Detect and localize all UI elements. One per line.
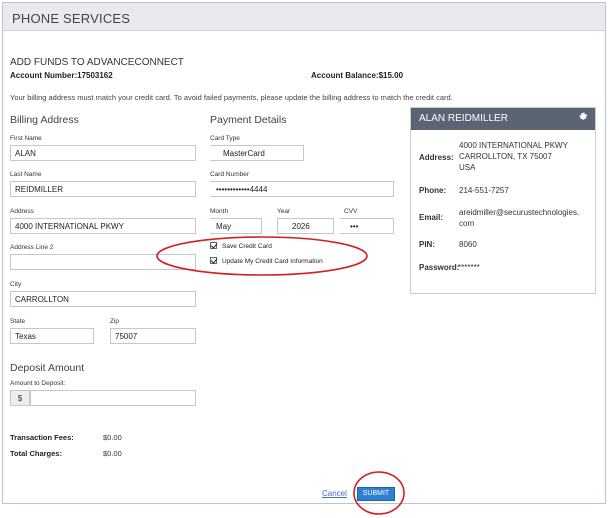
currency-prefix: $ xyxy=(10,390,30,406)
zip-input[interactable]: 75007 xyxy=(110,328,196,344)
last-name-input[interactable]: REIDMILLER xyxy=(10,181,196,197)
save-card-checkbox[interactable] xyxy=(210,242,217,249)
total-charges-label: Total Charges: xyxy=(10,449,62,458)
update-card-label: Update My Credit Card Information xyxy=(222,258,323,265)
user-password-label: Password: xyxy=(419,263,460,272)
first-name-input[interactable]: ALAN xyxy=(10,145,196,161)
add-funds-heading: ADD FUNDS TO ADVANCECONNECT xyxy=(10,57,184,68)
user-email-line1: areidmiller@securustechnologies. xyxy=(459,208,580,217)
transaction-fees-label: Transaction Fees: xyxy=(10,433,74,442)
address-input[interactable]: 4000 INTERNATIONAL PKWY xyxy=(10,218,196,234)
last-name-label: Last Name xyxy=(10,171,42,178)
user-name: ALAN REIDMILLER xyxy=(419,113,508,124)
payment-details-heading: Payment Details xyxy=(210,114,287,126)
user-address-line3: USA xyxy=(459,163,476,172)
page-title: PHONE SERVICES xyxy=(12,11,131,26)
user-address-line2: CARROLLTON, TX 75007 xyxy=(459,152,552,161)
submit-button[interactable]: SUBMIT xyxy=(357,487,395,501)
first-name-label: First Name xyxy=(10,135,42,142)
transaction-fees-value: $0.00 xyxy=(103,433,122,442)
user-phone: 214-551-7257 xyxy=(459,186,509,195)
year-label: Year xyxy=(277,208,291,215)
user-phone-label: Phone: xyxy=(419,186,447,195)
year-select[interactable]: 2026 xyxy=(277,218,334,234)
billing-notice: Your billing address must match your cre… xyxy=(10,93,453,102)
deposit-amount-heading: Deposit Amount xyxy=(10,362,85,374)
user-panel-header: ALAN REIDMILLER xyxy=(411,108,595,130)
user-email-label: Email: xyxy=(419,213,444,222)
billing-address-heading: Billing Address xyxy=(10,114,79,126)
city-input[interactable]: CARROLLTON xyxy=(10,291,196,307)
user-address-label: Address: xyxy=(419,153,454,162)
account-balance: Account Balance:$15.00 xyxy=(311,71,404,80)
card-type-label: Card Type xyxy=(210,135,240,142)
deposit-amount-input[interactable] xyxy=(30,390,196,406)
address-label: Address xyxy=(10,208,34,215)
cancel-link[interactable]: Cancel xyxy=(322,489,347,498)
month-label: Month xyxy=(210,208,229,215)
address-line2-label: Address Line 2 xyxy=(10,244,54,251)
save-card-label: Save Credit Card xyxy=(222,243,272,250)
user-pin-label: PIN: xyxy=(419,240,435,249)
address-line2-input[interactable] xyxy=(10,254,196,270)
city-label: City xyxy=(10,281,22,288)
user-email-line2: com xyxy=(459,219,475,228)
gear-icon[interactable] xyxy=(578,111,589,122)
state-select[interactable]: Texas xyxy=(10,328,94,344)
update-card-checkbox[interactable] xyxy=(210,257,217,264)
state-label: State xyxy=(10,318,26,325)
total-charges-value: $0.00 xyxy=(103,449,122,458)
user-password: ******* xyxy=(458,263,480,272)
zip-label: Zip xyxy=(110,318,120,325)
account-number: Account Number:17503162 xyxy=(10,71,113,80)
card-type-select[interactable]: MasterCard xyxy=(210,145,304,161)
page-header: PHONE SERVICES xyxy=(3,3,605,31)
card-number-input[interactable]: ••••••••••••4444 xyxy=(210,181,394,197)
amount-to-deposit-label: Amount to Deposit: xyxy=(10,380,66,387)
month-select[interactable]: May xyxy=(210,218,262,234)
user-pin: 8060 xyxy=(459,240,477,249)
user-address-line1: 4000 INTERNATIONAL PKWY xyxy=(459,141,568,150)
cvv-input[interactable]: ••• xyxy=(340,218,394,234)
cvv-label: CVV xyxy=(344,208,358,215)
card-number-label: Card Number xyxy=(210,171,250,178)
